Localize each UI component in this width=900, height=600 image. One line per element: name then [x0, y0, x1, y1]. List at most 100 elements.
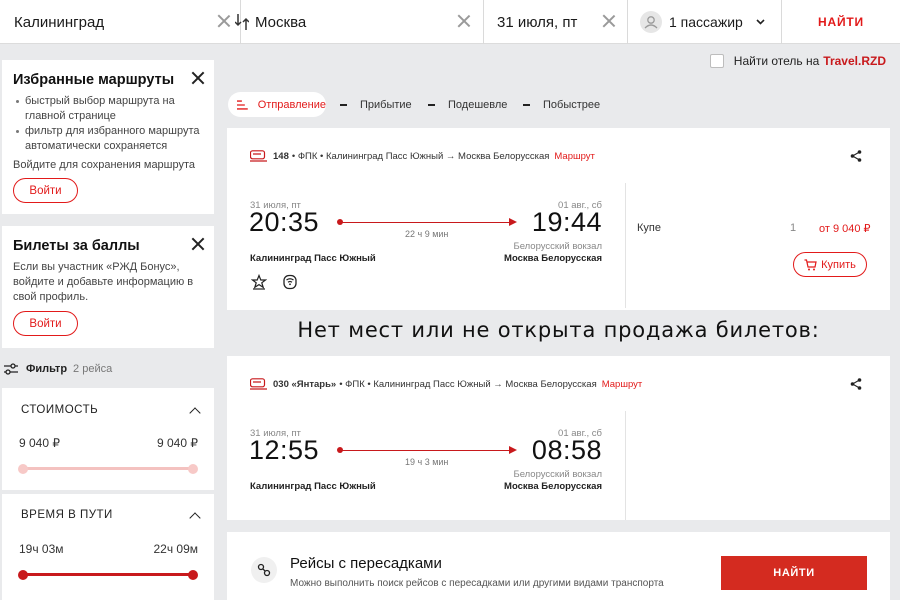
search-find-button[interactable]: НАЙТИ: [782, 0, 900, 44]
train-route: • ФПК • Калининград Пасс Южный → Москва …: [339, 378, 597, 390]
departure-time: 12:55: [249, 435, 320, 465]
arrival-time: 19:44: [531, 207, 602, 237]
favorites-card: Избранные маршруты быстрый выбор маршрут…: [2, 60, 214, 214]
transfers-title: Рейсы с пересадками: [290, 555, 442, 572]
departure-time: 20:35: [249, 207, 320, 237]
seats-available: 1: [790, 222, 797, 234]
dash-icon: [428, 103, 435, 106]
divider: [625, 183, 626, 308]
departure-station: Калининград Пасс Южный: [250, 253, 376, 264]
duration-max: 22ч 09м: [153, 542, 198, 556]
arrival-station-hall: Белорусский вокзал: [513, 469, 602, 480]
buy-label: Купить: [821, 258, 856, 271]
filter-title: Фильтр: [26, 363, 68, 375]
sort-arrival[interactable]: Прибытие: [340, 92, 412, 117]
date-input[interactable]: 31 июля, пт: [497, 0, 597, 44]
buy-button[interactable]: Купить: [793, 252, 867, 277]
cost-filter-title: СТОИМОСТЬ: [21, 404, 99, 416]
duration-filter-title: ВРЕМЯ В ПУТИ: [21, 509, 113, 521]
arrival-station-hall: Белорусский вокзал: [513, 241, 602, 252]
cost-slider-track[interactable]: [23, 467, 193, 470]
close-icon[interactable]: [191, 237, 205, 251]
route-link[interactable]: Маршрут: [602, 379, 643, 390]
sort-departure-label: Отправление: [257, 98, 326, 111]
duration-min: 19ч 03м: [19, 542, 64, 556]
route-line: [341, 450, 511, 451]
cost-slider-min-handle[interactable]: [18, 464, 28, 474]
train-header: 148 • ФПК • Калининград Пасс Южный → Мос…: [250, 150, 595, 162]
sort-arrival-label: Прибытие: [360, 98, 412, 111]
trip-duration: 22 ч 9 мин: [405, 229, 449, 239]
from-input[interactable]: Калининград: [14, 0, 214, 44]
list-item: быстрый выбор маршрута на главной страни…: [14, 94, 204, 124]
divider: [625, 411, 626, 520]
train-number: 148: [273, 150, 289, 162]
bonus-title: Билеты за баллы: [13, 238, 140, 254]
hotel-checkbox[interactable]: [709, 54, 724, 68]
duration-slider-min-handle[interactable]: [18, 570, 28, 580]
train-card[interactable]: 148 • ФПК • Калининград Пасс Южный → Мос…: [227, 128, 890, 310]
wifi-icon: [283, 274, 297, 290]
search-bar: Калининград Москва 31 июля, пт 1 пассажи…: [0, 0, 900, 44]
chevron-down-icon[interactable]: [756, 19, 765, 25]
chevron-up-icon[interactable]: [189, 407, 201, 419]
arrow-icon: [509, 218, 517, 226]
arrival-station: Москва Белорусская: [504, 253, 602, 264]
cart-icon: [804, 258, 817, 270]
share-icon[interactable]: [850, 378, 862, 390]
list-item: фильтр для избранного маршрута автоматич…: [14, 124, 204, 154]
train-header: 030 «Янтарь» • ФПК • Калининград Пасс Юж…: [250, 378, 642, 390]
arrival-station: Москва Белорусская: [504, 481, 602, 492]
swap-icon[interactable]: [235, 12, 249, 32]
bonus-login-button[interactable]: Войти: [13, 311, 78, 336]
transfer-icon: [251, 557, 277, 583]
route-link[interactable]: Маршрут: [554, 151, 595, 162]
chevron-up-icon[interactable]: [189, 512, 201, 524]
arrow-icon: [509, 446, 517, 454]
car-type: Купе: [637, 222, 661, 234]
clear-to-icon[interactable]: [457, 14, 471, 28]
hotel-label: Найти отель на: [733, 54, 820, 68]
passengers-value: 1 пассажир: [669, 14, 743, 30]
passengers-select[interactable]: 1 пассажир: [669, 0, 759, 44]
divider: [627, 0, 628, 44]
route-line: [341, 222, 511, 223]
sort-faster[interactable]: Побыстрее: [523, 92, 600, 117]
to-value: Москва: [255, 13, 307, 31]
divider: [483, 0, 484, 44]
sort-faster-label: Побыстрее: [543, 98, 601, 111]
transfers-find-button[interactable]: НАЙТИ: [721, 556, 867, 590]
sort-cheaper-label: Подешевле: [448, 98, 508, 111]
transfers-card: Рейсы с пересадками Можно выполнить поис…: [227, 532, 890, 600]
dash-icon: [340, 103, 347, 106]
train-number: 030 «Янтарь»: [273, 378, 337, 390]
close-icon[interactable]: [191, 71, 205, 85]
filter-header[interactable]: Фильтр 2 рейса: [4, 360, 112, 378]
cost-min: 9 040 ₽: [19, 436, 60, 450]
filter-icon: [4, 363, 18, 375]
favorites-login-button[interactable]: Войти: [13, 178, 78, 203]
train-icon: [250, 378, 267, 390]
share-icon[interactable]: [850, 150, 862, 162]
cost-slider-max-handle[interactable]: [188, 464, 198, 474]
departure-station: Калининград Пасс Южный: [250, 481, 376, 492]
no-tickets-heading: Нет мест или не открыта продажа билетов:: [297, 318, 820, 342]
favorites-title: Избранные маршруты: [13, 72, 175, 88]
hotel-link[interactable]: Travel.RZD: [823, 54, 886, 68]
trip-duration: 19 ч 3 мин: [405, 457, 449, 467]
to-input[interactable]: Москва: [255, 0, 455, 44]
hotel-checkbox-row[interactable]: Найти отель на Travel.RZD: [709, 54, 886, 68]
sort-cheaper[interactable]: Подешевле: [428, 92, 507, 117]
clear-from-icon[interactable]: [217, 14, 231, 28]
cost-filter: СТОИМОСТЬ 9 040 ₽ 9 040 ₽: [2, 388, 214, 490]
favorites-note: Войдите для сохранения маршрута: [13, 159, 196, 171]
from-value: Калининград: [14, 13, 105, 31]
user-icon: [640, 11, 662, 33]
sort-departure[interactable]: Отправление: [228, 92, 326, 117]
clear-date-icon[interactable]: [602, 14, 616, 28]
train-card[interactable]: 030 «Янтарь» • ФПК • Калининград Пасс Юж…: [227, 356, 890, 520]
filter-count: 2 рейса: [73, 363, 113, 375]
duration-slider-track[interactable]: [23, 573, 193, 576]
favorites-bullets: быстрый выбор маршрута на главной страни…: [14, 94, 204, 154]
duration-slider-max-handle[interactable]: [188, 570, 198, 580]
